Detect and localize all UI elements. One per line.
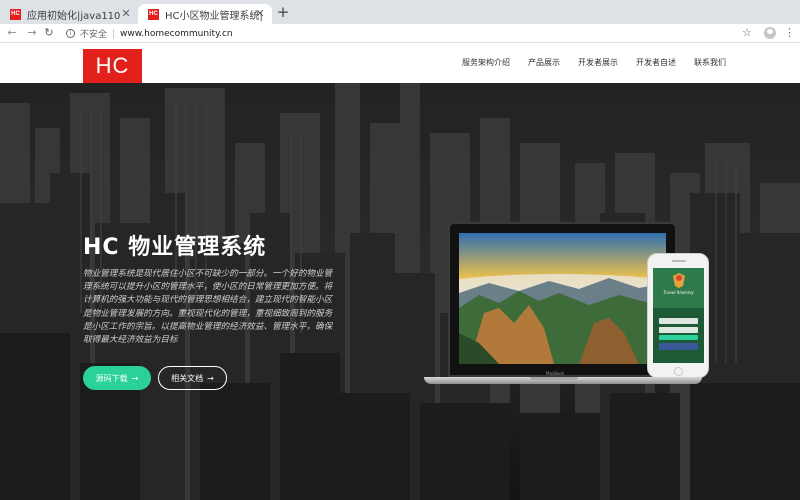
browser-tab-app-init[interactable]: HC 应用初始化|java110 ✕ xyxy=(0,4,138,24)
kebab-menu-icon[interactable]: ⋮ xyxy=(784,26,795,40)
address-bar[interactable]: i 不安全 www.homecommunity.cn xyxy=(62,26,762,41)
landscape-image xyxy=(459,233,666,364)
main-nav: 服务架构介绍 产品展示 开发者展示 开发者自述 联系我们 xyxy=(462,57,726,68)
avatar-icon[interactable] xyxy=(764,27,776,39)
nav-item-developers[interactable]: 开发者展示 xyxy=(578,57,618,68)
browser-tab-bar: HC 应用初始化|java110 ✕ HC HC小区物业管理系统|免费开源 ✕ … xyxy=(0,0,800,24)
hero-title: HC 物业管理系统 xyxy=(83,235,267,260)
phone-facebook-button xyxy=(659,343,698,350)
nav-item-architecture[interactable]: 服务架构介绍 xyxy=(462,57,510,68)
new-tab-icon[interactable]: + xyxy=(276,5,290,20)
download-source-button[interactable]: 源码下载 → xyxy=(83,366,151,390)
phone-input-field xyxy=(659,327,698,333)
star-icon[interactable]: ☆ xyxy=(742,26,752,40)
arrow-right-icon: → xyxy=(207,373,214,383)
phone-speaker xyxy=(672,260,686,262)
browser-toolbar: ← → ↻ i 不安全 www.homecommunity.cn ☆ ⋮ xyxy=(0,24,800,43)
tab-title: HC小区物业管理系统|免费开源 xyxy=(165,10,263,22)
browser-tab-hc-system[interactable]: HC HC小区物业管理系统|免费开源 ✕ xyxy=(138,4,272,24)
phone-home-button xyxy=(674,367,683,376)
forward-arrow-icon[interactable]: → xyxy=(26,26,38,40)
site-logo[interactable]: HC xyxy=(83,49,142,83)
nav-item-contact[interactable]: 联系我们 xyxy=(694,57,726,68)
hc-favicon-icon: HC xyxy=(10,8,21,20)
phone-app-title: Travel Itinerary xyxy=(663,290,694,295)
hero-description: 物业管理系统是现代居住小区不可缺少的一部分。一个好的物业管理系统可以提升小区的管… xyxy=(83,269,333,346)
reload-icon[interactable]: ↻ xyxy=(43,26,55,40)
download-button-label: 源码下载 xyxy=(95,373,128,383)
phone-screen: Travel Itinerary xyxy=(653,268,704,363)
phone-mockup: Travel Itinerary xyxy=(647,253,709,378)
nav-item-products[interactable]: 产品展示 xyxy=(528,57,560,68)
hc-favicon-icon: HC xyxy=(148,8,159,20)
url-text[interactable]: www.homecommunity.cn xyxy=(120,29,233,39)
laptop-notch xyxy=(530,377,578,380)
site-header: HC 服务架构介绍 产品展示 开发者展示 开发者自述 联系我们 xyxy=(0,43,800,83)
docs-button[interactable]: 相关文档 → xyxy=(158,366,227,390)
laptop-brand: MacBook xyxy=(546,371,565,376)
arrow-right-icon: → xyxy=(131,373,139,383)
nav-item-developer-stories[interactable]: 开发者自述 xyxy=(636,57,676,68)
info-icon[interactable]: i xyxy=(66,29,75,38)
divider xyxy=(113,28,115,39)
phone-login-button xyxy=(659,335,698,340)
docs-button-label: 相关文档 xyxy=(171,373,204,383)
phone-input-field xyxy=(659,318,698,324)
back-arrow-icon[interactable]: ← xyxy=(6,26,18,40)
tab-title: 应用初始化|java110 xyxy=(27,10,121,22)
laptop-mockup xyxy=(448,222,677,377)
hero-section: HC 物业管理系统 物业管理系统是现代居住小区不可缺少的一部分。一个好的物业管理… xyxy=(0,83,800,500)
security-status: 不安全 xyxy=(80,30,108,40)
close-icon[interactable]: ✕ xyxy=(120,7,132,20)
close-icon[interactable]: ✕ xyxy=(254,7,266,20)
